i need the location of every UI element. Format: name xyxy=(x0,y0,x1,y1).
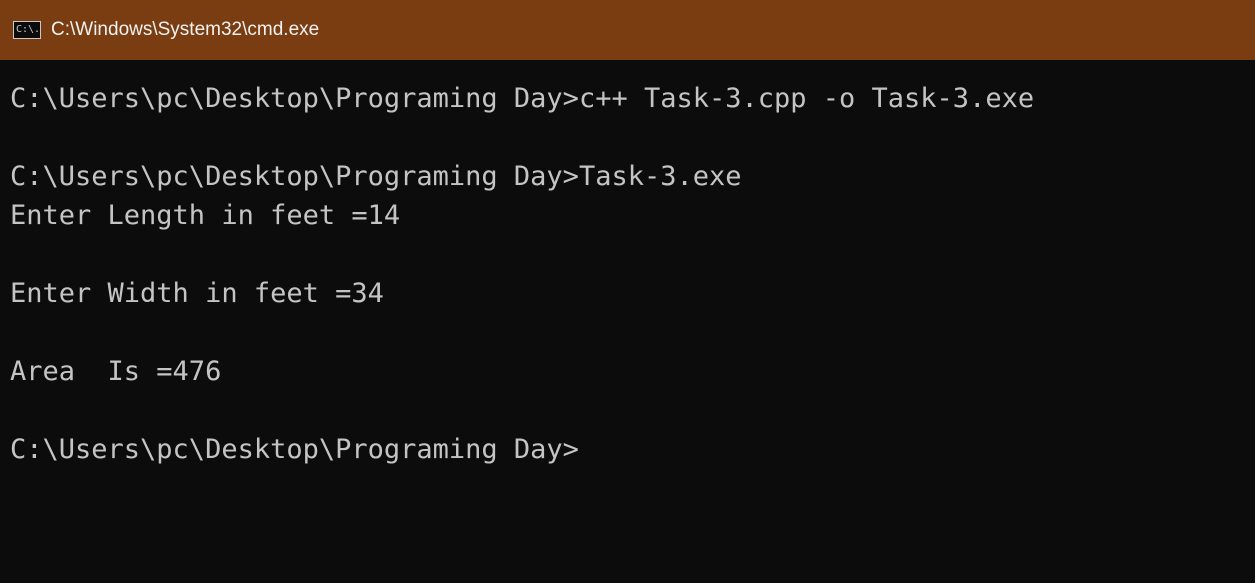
cmd-console-icon[interactable]: C:\. xyxy=(13,21,41,39)
title-bar[interactable]: C:\. C:\Windows\System32\cmd.exe xyxy=(0,0,1255,60)
console-line-width-prompt: Enter Width in feet =34 xyxy=(10,278,384,309)
console-output[interactable]: C:\Users\pc\Desktop\Programing Day>c++ T… xyxy=(0,60,1255,583)
window-title: C:\Windows\System32\cmd.exe xyxy=(51,19,320,40)
console-line-length-prompt: Enter Length in feet =14 xyxy=(10,200,401,231)
cmd-window: C:\. C:\Windows\System32\cmd.exe C:\User… xyxy=(0,0,1255,583)
console-line-prompt[interactable]: C:\Users\pc\Desktop\Programing Day> xyxy=(10,430,1255,469)
console-line-command-run: C:\Users\pc\Desktop\Programing Day>Task-… xyxy=(10,161,742,192)
console-line-area-result: Area Is =476 xyxy=(10,356,222,387)
console-line-command-compile: C:\Users\pc\Desktop\Programing Day>c++ T… xyxy=(10,83,1035,114)
